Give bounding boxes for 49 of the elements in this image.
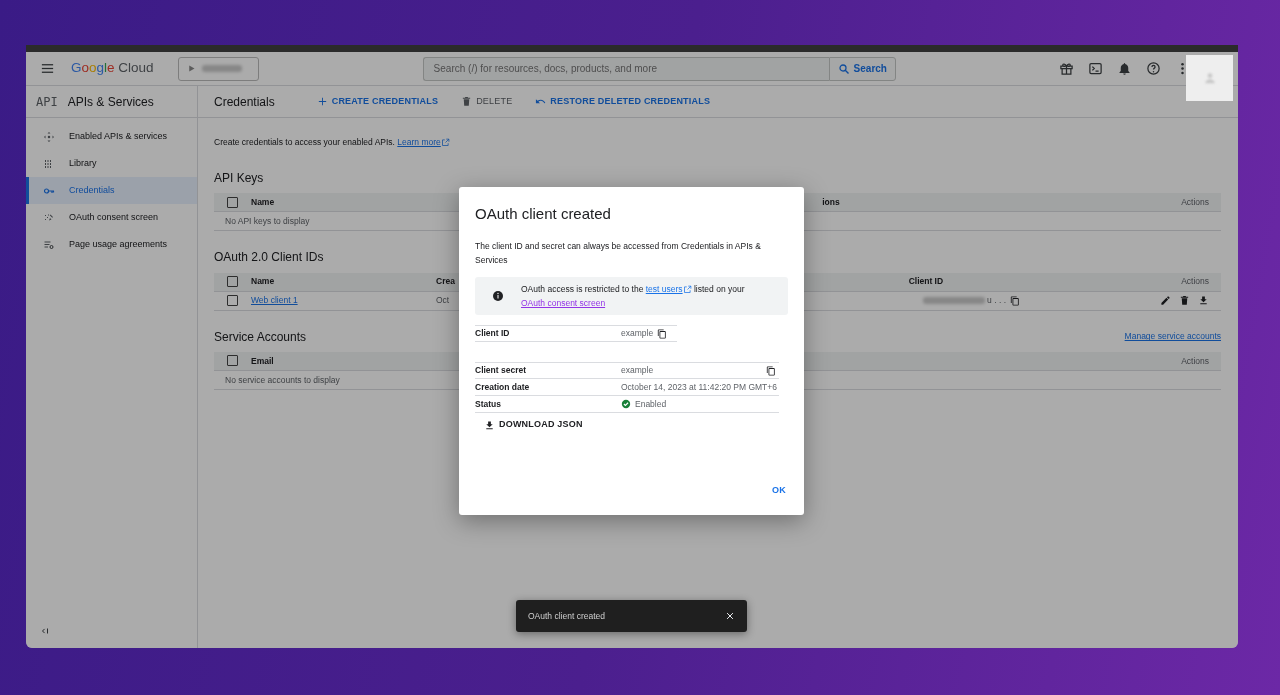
learn-more-link[interactable]: Learn more — [397, 137, 450, 147]
column-header: Actions — [1181, 275, 1210, 288]
status-text: Enabled — [635, 397, 667, 411]
logo[interactable]: Google Cloud — [71, 58, 154, 79]
search-button[interactable]: Search — [828, 56, 896, 81]
column-header: Name — [251, 195, 275, 209]
sidebar-item[interactable]: Enabled APIs & services — [26, 123, 197, 150]
consent-screen-link[interactable]: OAuth consent screen — [521, 298, 606, 308]
field-value: October 14, 2023 at 11:42:20 PM GMT+6 — [621, 380, 777, 394]
sidebar-item[interactable]: Page usage agreements — [26, 231, 197, 258]
manage-service-accounts-link[interactable]: Manage service accounts — [1124, 330, 1221, 344]
section-title: OAuth 2.0 Client IDs — [214, 250, 324, 265]
empty-message: No service accounts to display — [224, 373, 340, 387]
sidebar-title: APIs & Services — [67, 93, 154, 111]
field-value: example — [621, 364, 654, 377]
client-name-link[interactable]: Web client 1 — [251, 295, 298, 306]
restore-credentials-button[interactable]: RESTORE DELETED CREDENTIALS — [535, 94, 711, 109]
download-json-button[interactable]: DOWNLOAD JSON — [484, 418, 583, 432]
column-header: Name — [251, 275, 276, 288]
field-value: example — [621, 327, 654, 340]
dialog-text: The client ID and secret can always be accessed from Credentials in APIs & Services — [475, 240, 762, 267]
dialog-title: OAuth client created — [475, 205, 612, 223]
snackbar-message: OAuth client created — [528, 609, 605, 623]
sidebar-item[interactable]: Library — [26, 150, 197, 177]
column-header: Email — [251, 354, 274, 368]
client-id-text: u . . . — [987, 294, 1006, 307]
test-users-link[interactable]: test users — [645, 284, 692, 294]
empty-message: No API keys to display — [224, 214, 310, 228]
notice-text: OAuth access is restricted to the test users listed on your OAuth consent screen — [521, 283, 745, 310]
column-header: Actions — [1181, 354, 1210, 368]
column-header: Crea — [436, 275, 455, 288]
column-header: Client ID — [908, 275, 944, 288]
column-header: ions — [822, 195, 840, 209]
column-header: Actions — [1181, 195, 1210, 209]
intro-text: Create credentials to access your enabled APIs. Learn more — [214, 136, 1222, 149]
sidebar-item[interactable]: OAuth consent screen — [26, 204, 197, 231]
field-label: Client secret — [475, 364, 528, 377]
api-logo: API — [36, 93, 58, 111]
create-credentials-button[interactable]: CREATE CREDENTIALS — [316, 94, 439, 109]
field-label: Status — [475, 397, 502, 411]
section-title: API Keys — [214, 170, 264, 186]
ok-button[interactable]: OK — [772, 483, 786, 497]
sidebar-item[interactable]: Credentials — [26, 177, 197, 204]
field-label: Client ID — [475, 327, 511, 340]
table-cell: Oct — [436, 294, 450, 307]
page-title: Credentials — [214, 93, 275, 111]
section-title: Service Accounts — [214, 329, 307, 344]
search-field[interactable]: Search (/) for resources, docs, products, and more — [422, 56, 829, 81]
field-label: Creation date — [475, 380, 531, 394]
